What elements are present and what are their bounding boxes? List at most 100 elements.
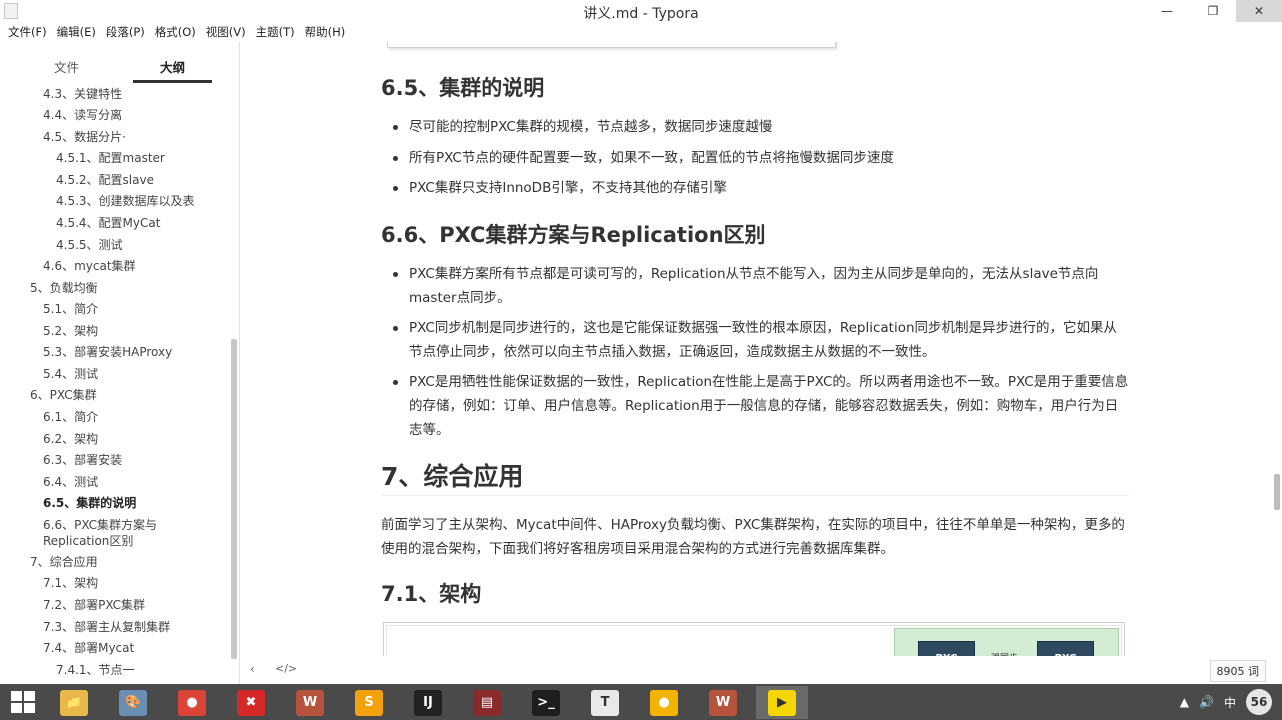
menu-file[interactable]: 文件(F)	[3, 22, 52, 42]
heading-7-1: 7.1、架构	[381, 582, 482, 606]
code-block-fragment	[387, 42, 836, 48]
title-bar: 讲义.md - Typora — ❐ ✕	[0, 0, 1282, 22]
taskbar-app[interactable]: >_	[520, 686, 572, 719]
outline-item[interactable]: 4.5.1、配置master	[56, 150, 165, 166]
minimize-icon[interactable]: —	[1144, 0, 1190, 22]
outline-item[interactable]: 5.4、测试	[43, 366, 98, 382]
restore-icon[interactable]: ❐	[1190, 0, 1236, 22]
outline-item[interactable]: 4.5.5、测试	[56, 237, 123, 253]
chrome-icon: ●	[178, 689, 206, 716]
menu-help[interactable]: 帮助(H)	[300, 22, 351, 42]
taskbar-app[interactable]: S	[343, 686, 395, 719]
bullet-dot	[393, 125, 398, 130]
outline-item[interactable]: 7.1、架构	[43, 575, 98, 591]
taskbar-app[interactable]: T	[579, 686, 631, 719]
close-icon[interactable]: ✕	[1236, 0, 1282, 22]
outline-item[interactable]: 7.2、部署PXC集群	[43, 597, 145, 613]
window-controls: — ❐ ✕	[1144, 0, 1282, 22]
toggle-sidebar-icon[interactable]: ‹	[250, 662, 255, 676]
windows-start-icon[interactable]	[11, 691, 35, 713]
ime-indicator[interactable]: 中	[1224, 694, 1236, 711]
tab-outline[interactable]: 大纲	[160, 57, 185, 76]
list-item-text: 所有PXC节点的硬件配置要一致，如果不一致，配置低的节点将拖慢数据同步速度	[409, 150, 894, 166]
taskbar-app[interactable]: W	[697, 686, 749, 719]
outline-item[interactable]: 6.6、PXC集群方案与	[43, 517, 157, 533]
outline-item[interactable]: 7.4、部署Mycat	[43, 640, 134, 656]
list-item-text: PXC同步机制是同步进行的，这也是它能保证数据强一致性的根本原因，Replica…	[409, 320, 1118, 360]
outline-item-active[interactable]: 6.5、集群的说明	[43, 495, 136, 511]
outline-item[interactable]: 6.3、部署安装	[43, 452, 122, 468]
bullet-dot	[393, 326, 398, 331]
file-explorer-icon: 📁	[60, 689, 88, 716]
outline-item[interactable]: 4.5、数据分片·	[43, 129, 126, 145]
paragraph: 前面学习了主从架构、Mycat中间件、HAProxy负载均衡、PXC集群架构，在…	[381, 517, 1125, 557]
editor2-icon: W	[709, 689, 737, 716]
editor-area[interactable]: 6.5、集群的说明 尽可能的控制PXC集群的规模，节点越多，数据同步速度越慢 所…	[241, 42, 1282, 684]
taskbar-app[interactable]: W	[284, 686, 336, 719]
outline-list: 4.3、关键特性 4.4、读写分离 4.5、数据分片· 4.5.1、配置mast…	[0, 85, 230, 685]
menu-format[interactable]: 格式(O)	[150, 22, 201, 42]
menu-bar: 文件(F) 编辑(E) 段落(P) 格式(O) 视图(V) 主题(T) 帮助(H…	[0, 22, 1282, 42]
heading-7: 7、综合应用	[381, 462, 524, 491]
taskbar-app[interactable]: 🎨	[107, 686, 159, 719]
list-item: PXC集群方案所有节点都是可读可写的，Replication从节点不能写入，因为…	[393, 262, 1129, 310]
menu-paragraph[interactable]: 段落(P)	[101, 22, 150, 42]
menu-view[interactable]: 视图(V)	[201, 22, 251, 42]
taskbar-app[interactable]: ●	[638, 686, 690, 719]
outline-item[interactable]: 4.5.4、配置MyCat	[56, 215, 160, 231]
editor-scrollbar[interactable]	[1274, 474, 1280, 510]
speaker-icon[interactable]: 🔊	[1199, 695, 1214, 709]
list-item: 所有PXC节点的硬件配置要一致，如果不一致，配置低的节点将拖慢数据同步速度	[393, 146, 1129, 170]
sidebar-tabs: 文件 大纲	[0, 42, 239, 83]
outline-item[interactable]: 4.4、读写分离	[43, 107, 122, 123]
terminal-icon: >_	[532, 689, 560, 716]
list-item: 尽可能的控制PXC集群的规模，节点越多，数据同步速度越慢	[393, 115, 1129, 139]
outline-item[interactable]: 5.3、部署安装HAProxy	[43, 344, 172, 360]
taskbar-app[interactable]: IJ	[402, 686, 454, 719]
taskbar: 📁 🎨 ● ✖ W S IJ ▤ >_ T ● W ▶ ▲ 🔊 中 56	[0, 684, 1282, 720]
outline-item[interactable]: 7.3、部署主从复制集群	[43, 619, 170, 635]
list-item-text: PXC集群只支持InnoDB引擎，不支持其他的存储引擎	[409, 180, 727, 196]
taskbar-app[interactable]: ▶	[756, 686, 808, 719]
menu-edit[interactable]: 编辑(E)	[52, 22, 101, 42]
bullet-dot	[393, 156, 398, 161]
winrar-icon: ▤	[473, 689, 501, 716]
outline-item[interactable]: 4.6、mycat集群	[43, 258, 136, 274]
taskbar-app[interactable]: ●	[166, 686, 218, 719]
typora-icon: T	[591, 689, 619, 716]
outline-item[interactable]: 5、负载均衡	[30, 280, 98, 296]
outline-item[interactable]: 5.2、架构	[43, 323, 98, 339]
word-count[interactable]: 8905 词	[1209, 660, 1266, 682]
menu-theme[interactable]: 主题(T)	[251, 22, 300, 42]
outline-item[interactable]: 4.3、关键特性	[43, 86, 122, 102]
taskbar-app[interactable]: ✖	[225, 686, 277, 719]
outline-item[interactable]: 6.2、架构	[43, 431, 98, 447]
system-tray: ▲ 🔊 中 56	[1180, 684, 1282, 720]
source-code-mode-icon[interactable]: </>	[275, 662, 297, 675]
list-item-text: 尽可能的控制PXC集群的规模，节点越多，数据同步速度越慢	[409, 119, 773, 135]
outline-item[interactable]: 5.1、简介	[43, 301, 98, 317]
editor-icon: W	[296, 689, 324, 716]
outline-item[interactable]: 7、综合应用	[30, 554, 98, 570]
heading-6-5: 6.5、集群的说明	[381, 76, 545, 100]
outline-item-continued[interactable]: Replication区别	[43, 533, 133, 549]
outline-item[interactable]: 4.5.3、创建数据库以及表	[56, 193, 195, 209]
active-tab-indicator	[133, 80, 212, 83]
outline-item[interactable]: 6.1、简介	[43, 409, 98, 425]
list-item: PXC同步机制是同步进行的，这也是它能保证数据强一致性的根本原因，Replica…	[393, 316, 1129, 364]
sidebar-scrollbar[interactable]	[231, 339, 237, 659]
heading-6-6: 6.6、PXC集群方案与Replication区别	[381, 223, 766, 247]
taskbar-app[interactable]: 📁	[48, 686, 100, 719]
paint-icon: 🎨	[119, 689, 147, 716]
tab-files[interactable]: 文件	[54, 57, 79, 76]
outline-item[interactable]: 6、PXC集群	[30, 387, 97, 403]
taskbar-app[interactable]: ▤	[461, 686, 513, 719]
window-title: 讲义.md - Typora	[583, 6, 699, 22]
outline-item[interactable]: 6.4、测试	[43, 474, 98, 490]
tray-badge[interactable]: 56	[1246, 689, 1272, 715]
intellij-icon: IJ	[414, 689, 442, 716]
chat-icon: ●	[650, 689, 678, 716]
outline-item[interactable]: 4.5.2、配置slave	[56, 172, 154, 188]
outline-item[interactable]: 7.4.1、节点一	[56, 662, 135, 678]
tray-arrow-icon[interactable]: ▲	[1180, 695, 1189, 709]
